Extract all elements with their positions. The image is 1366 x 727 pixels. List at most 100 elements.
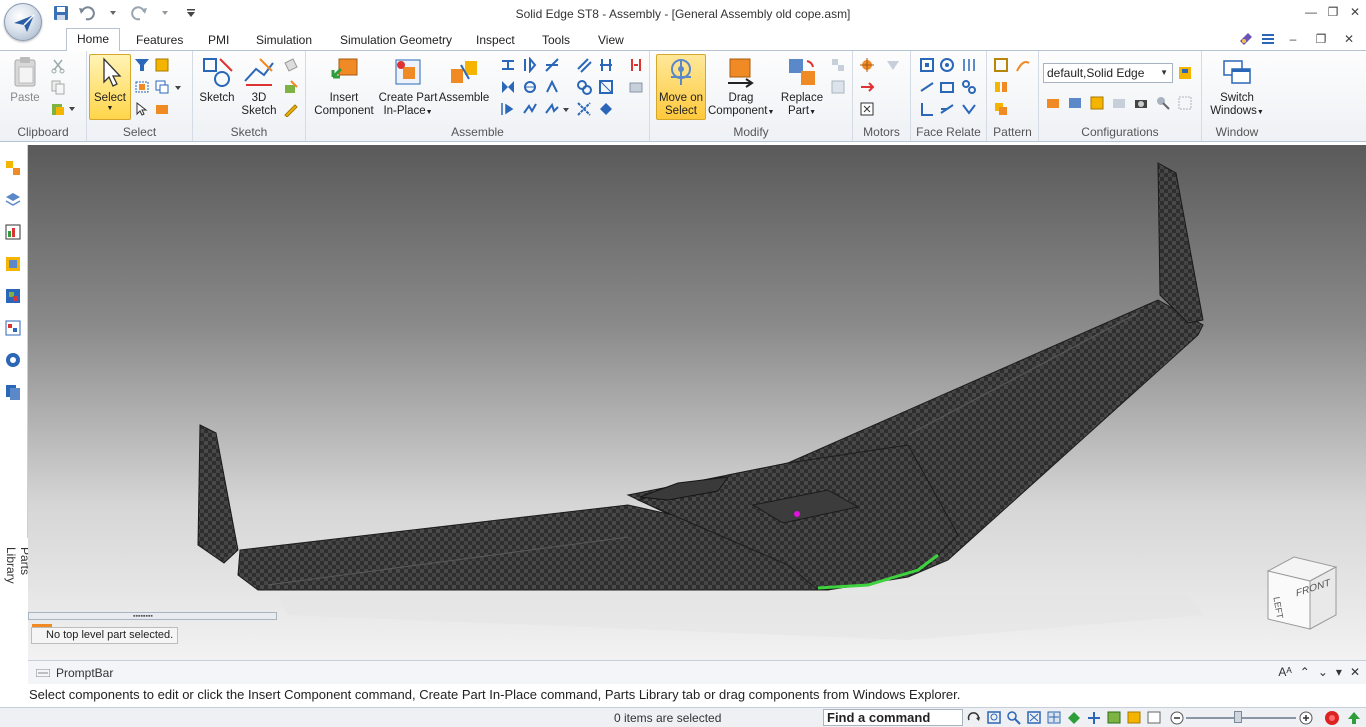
planar-align-icon[interactable]	[522, 57, 538, 73]
parts-library-icon[interactable]	[4, 383, 22, 401]
gear-relation-icon[interactable]	[576, 79, 592, 95]
close-button[interactable]: ✕	[1344, 0, 1366, 24]
sketch-tool-icon[interactable]	[283, 79, 299, 95]
face-coplanar-icon[interactable]	[919, 57, 935, 73]
close-icon[interactable]: ✕	[1350, 665, 1360, 679]
3d-sketch-button[interactable]: 3D Sketch	[239, 55, 279, 118]
graphics-window[interactable]: LEFT FRONT	[28, 145, 1366, 660]
pencil-icon[interactable]	[283, 101, 299, 117]
restore-button[interactable]: ❐	[1322, 0, 1344, 24]
camera-icon[interactable]	[1133, 95, 1149, 111]
pin-icon[interactable]: ▾	[1336, 665, 1342, 679]
axial-align-icon[interactable]	[544, 57, 560, 73]
pan-icon[interactable]	[1046, 710, 1062, 725]
features-library-icon[interactable]	[4, 287, 22, 305]
paste-button[interactable]: Paste	[6, 55, 44, 105]
paste-special-icon[interactable]	[50, 101, 66, 117]
face-symmetric-icon[interactable]	[961, 101, 977, 117]
path-icon[interactable]	[522, 101, 538, 117]
select-cursor-icon[interactable]	[134, 101, 150, 117]
options-icon[interactable]	[1260, 31, 1276, 47]
assemble-button[interactable]: Assemble	[438, 55, 490, 105]
select-button[interactable]: Select ▼	[89, 54, 131, 120]
switch-windows-button[interactable]: Switch Windows▼	[1206, 55, 1268, 119]
horizontal-scrollbar[interactable]: ▪▪▪▪▪▪▪▪	[28, 612, 277, 620]
shaded-icon[interactable]	[1106, 710, 1122, 725]
config-icon[interactable]	[4, 351, 22, 369]
cut-icon[interactable]	[50, 58, 66, 74]
face-offset-icon[interactable]	[939, 79, 955, 95]
rotate-icon[interactable]	[966, 710, 982, 725]
ground-icon[interactable]	[598, 101, 614, 117]
help-topics-icon[interactable]	[1238, 31, 1254, 47]
angle-icon[interactable]	[544, 79, 560, 95]
transfer-icon[interactable]	[830, 57, 846, 73]
spin-icon[interactable]	[1086, 710, 1102, 725]
select-tools-icon[interactable]	[4, 255, 22, 273]
sketch-view-icon[interactable]	[1146, 710, 1162, 725]
face-tangent-icon[interactable]	[919, 79, 935, 95]
alt-assembly-icon[interactable]	[1111, 95, 1127, 111]
motor-settings-icon[interactable]	[885, 57, 901, 73]
copy-icon[interactable]	[50, 79, 66, 95]
rigid-set-icon[interactable]	[544, 101, 560, 117]
zoom-slider-thumb[interactable]	[1234, 711, 1242, 723]
layers-icon[interactable]	[4, 191, 22, 209]
collapse-icon[interactable]: ⌃	[1300, 665, 1310, 679]
move-on-select-button[interactable]: Move on Select	[656, 54, 706, 120]
scrollbar-thumb[interactable]: ▪▪▪▪▪▪▪▪	[133, 613, 153, 620]
drag-component-button[interactable]: Drag Component▼	[708, 55, 774, 119]
insert-component-button[interactable]: Insert Component	[310, 55, 378, 118]
minimize-button[interactable]: —	[1300, 0, 1322, 24]
pattern-icon[interactable]	[993, 57, 1009, 73]
zoom-icon[interactable]	[1006, 710, 1022, 725]
chevron-down-icon[interactable]	[68, 104, 76, 120]
doc-restore-button[interactable]: ❐	[1310, 30, 1332, 48]
sketch-button[interactable]: Sketch	[197, 55, 237, 105]
sensor-icon[interactable]	[1155, 95, 1171, 111]
save-configuration-icon[interactable]	[1177, 65, 1193, 81]
simulate-motor-icon[interactable]	[859, 101, 875, 117]
doc-minimize-button[interactable]: –	[1282, 30, 1304, 48]
hide-component-icon[interactable]	[154, 101, 170, 117]
configuration-select[interactable]: default,Solid Edge ▼	[1043, 63, 1173, 83]
reports-icon[interactable]	[4, 319, 22, 337]
tab-pmi[interactable]: PMI	[198, 32, 239, 50]
zoom-in-icon[interactable]	[1299, 711, 1313, 725]
face-parallel-icon[interactable]	[961, 57, 977, 73]
fixed-icon[interactable]	[628, 79, 644, 95]
tab-view[interactable]: View	[588, 32, 634, 50]
quick-pick-icon[interactable]	[154, 79, 170, 95]
explode-config-icon[interactable]	[1089, 95, 1105, 111]
flash-fit-icon[interactable]	[628, 57, 644, 73]
chevron-down-icon[interactable]	[562, 105, 570, 121]
plane-icon[interactable]	[283, 57, 299, 73]
tab-inspect[interactable]: Inspect	[466, 32, 525, 50]
mate-icon[interactable]	[500, 57, 516, 73]
view-orient-icon[interactable]	[1066, 710, 1082, 725]
sensors-icon[interactable]	[4, 223, 22, 241]
find-command-input[interactable]: Find a command	[823, 709, 963, 726]
parallel-icon[interactable]	[576, 57, 592, 73]
face-concentric-icon[interactable]	[939, 57, 955, 73]
expand-icon[interactable]: ⌄	[1318, 665, 1328, 679]
assembly-pathfinder-icon[interactable]	[4, 159, 22, 177]
insert-icon[interactable]	[500, 79, 516, 95]
disperse-icon[interactable]	[830, 79, 846, 95]
zoom-out-icon[interactable]	[1170, 711, 1184, 725]
zone-icon[interactable]	[1067, 95, 1083, 111]
fit-icon[interactable]	[1026, 710, 1042, 725]
face-rigid-icon[interactable]	[961, 79, 977, 95]
duplicate-icon[interactable]	[993, 101, 1009, 117]
view-cube[interactable]: LEFT FRONT	[1264, 555, 1340, 633]
display-config-icon[interactable]	[1045, 95, 1061, 111]
create-part-in-place-button[interactable]: Create Part In-Place▼	[376, 55, 440, 119]
linear-motor-icon[interactable]	[859, 79, 875, 95]
tab-simulation[interactable]: Simulation	[246, 32, 322, 50]
upload-icon[interactable]	[1346, 710, 1362, 726]
face-perpendicular-icon[interactable]	[919, 101, 935, 117]
tab-home[interactable]: Home	[66, 28, 121, 51]
along-curve-icon[interactable]	[1015, 57, 1031, 73]
record-icon[interactable]	[1324, 710, 1340, 726]
rotational-motor-icon[interactable]	[859, 57, 875, 73]
